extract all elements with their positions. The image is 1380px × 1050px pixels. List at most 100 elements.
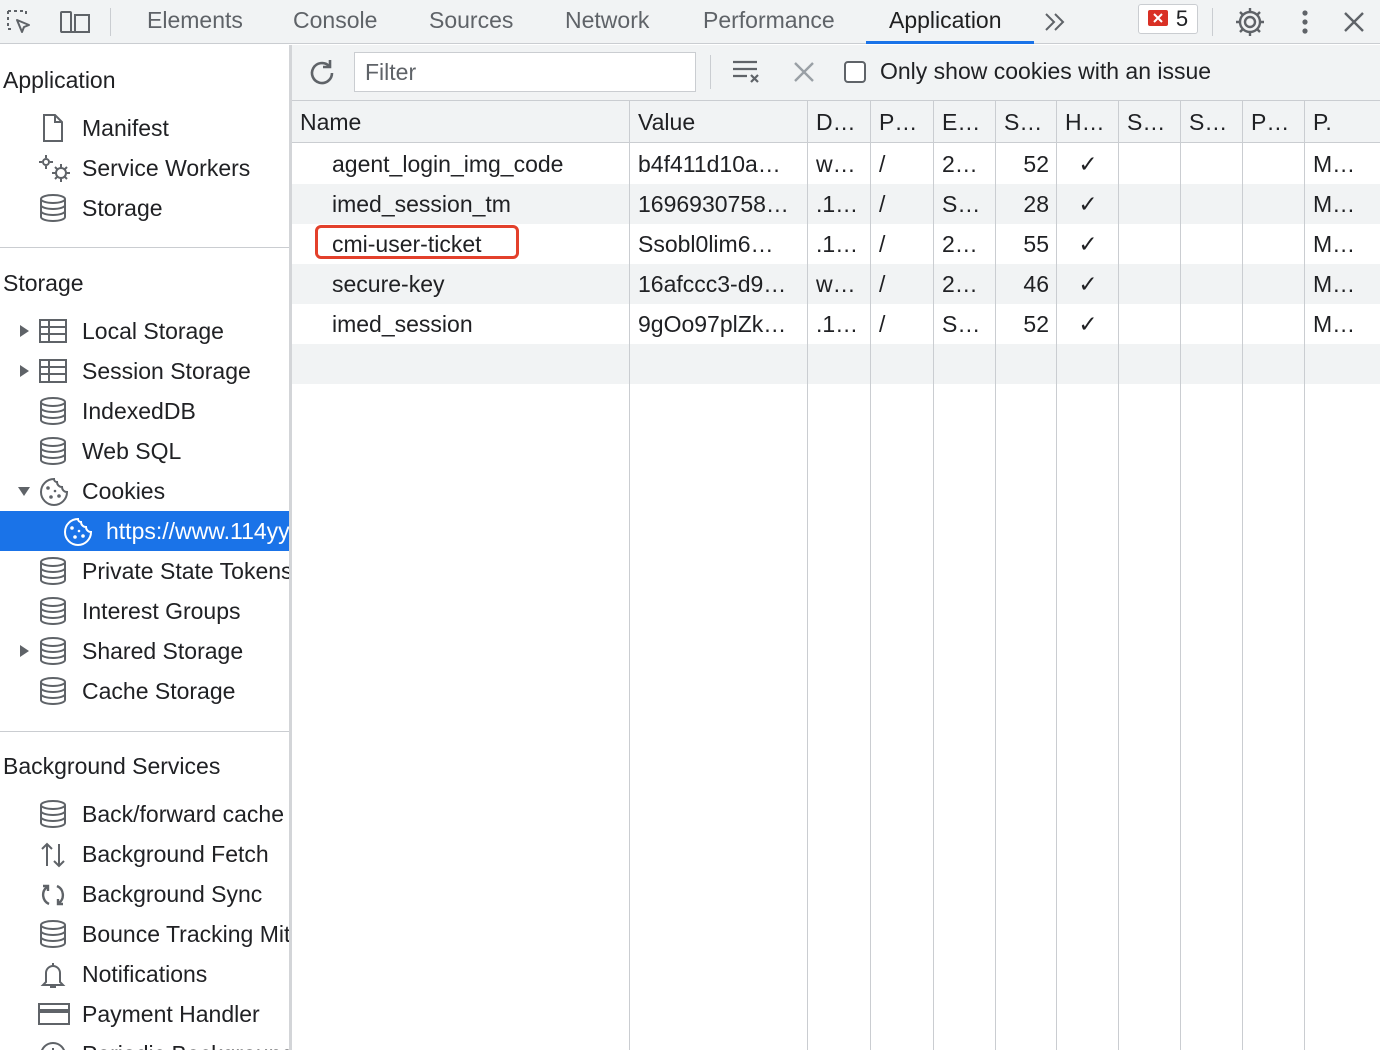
cookie-icon bbox=[38, 477, 69, 506]
sidebar-item-local-storage[interactable]: Local Storage bbox=[0, 311, 289, 351]
sync-icon bbox=[38, 880, 68, 908]
column-divider[interactable] bbox=[1118, 101, 1119, 1050]
cookie-expires: S… bbox=[942, 311, 981, 337]
table-row[interactable]: imed_session 9gOo97plZk… .1… / S… 52 ✓ M… bbox=[292, 304, 1380, 344]
inspect-element-icon[interactable] bbox=[4, 0, 34, 44]
column-header-value[interactable]: Value bbox=[630, 101, 808, 143]
sidebar-item-private-state-tokens[interactable]: Private State Tokens bbox=[0, 551, 289, 591]
sidebar-item-manifest[interactable]: Manifest bbox=[0, 108, 289, 148]
sidebar-item-label: Payment Handler bbox=[82, 1001, 260, 1027]
filter-input[interactable] bbox=[354, 52, 696, 92]
cookie-path: / bbox=[879, 271, 886, 297]
clock-icon bbox=[38, 1040, 68, 1050]
only-issues-checkbox[interactable] bbox=[844, 61, 866, 83]
sidebar-item-background-fetch[interactable]: Background Fetch bbox=[0, 834, 289, 874]
column-divider[interactable] bbox=[1056, 101, 1057, 1050]
sidebar-item-session-storage[interactable]: Session Storage bbox=[0, 351, 289, 391]
tab-network[interactable]: Network bbox=[565, 0, 649, 44]
collapse-triangle-icon[interactable] bbox=[17, 484, 31, 498]
column-divider[interactable] bbox=[995, 101, 996, 1050]
more-tabs-chevron-icon[interactable] bbox=[1040, 0, 1070, 44]
sidebar-item-periodic-background-sync[interactable]: Periodic Background Sync bbox=[0, 1034, 289, 1050]
cookie-domain: .1… bbox=[816, 311, 859, 337]
settings-gear-icon[interactable] bbox=[1233, 0, 1267, 44]
refresh-icon[interactable] bbox=[306, 57, 338, 89]
cookie-expires: 2… bbox=[942, 231, 978, 257]
sidebar-item-label: Background Sync bbox=[82, 881, 263, 907]
sidebar-item-background-sync[interactable]: Background Sync bbox=[0, 874, 289, 914]
cookie-value: 9gOo97plZk… bbox=[638, 311, 787, 337]
sidebar-item-web-sql[interactable]: Web SQL bbox=[0, 431, 289, 471]
sidebar-item-indexeddb[interactable]: IndexedDB bbox=[0, 391, 289, 431]
column-divider[interactable] bbox=[1242, 101, 1243, 1050]
toolbar-separator bbox=[1212, 8, 1213, 36]
table-row[interactable]: agent_login_img_code b4f411d10a… w… / 2…… bbox=[292, 144, 1380, 184]
column-divider[interactable] bbox=[1304, 101, 1305, 1050]
sidebar-item-service-workers[interactable]: Service Workers bbox=[0, 148, 289, 188]
arrows-updown-icon bbox=[38, 840, 68, 868]
cookie-name: imed_session_tm bbox=[332, 191, 511, 217]
column-divider[interactable] bbox=[870, 101, 871, 1050]
column-header-httponly[interactable]: H… bbox=[1057, 101, 1119, 143]
expand-triangle-icon[interactable] bbox=[17, 324, 31, 338]
sidebar-item-cache-storage[interactable]: Cache Storage bbox=[0, 671, 289, 711]
column-header-size[interactable]: S… bbox=[996, 101, 1057, 143]
column-divider[interactable] bbox=[629, 101, 630, 1050]
delete-selected-icon[interactable] bbox=[790, 58, 818, 86]
cookie-value: Ssobl0lim6… bbox=[638, 231, 774, 257]
sidebar-item-payment-handler[interactable]: Payment Handler bbox=[0, 994, 289, 1034]
table-row[interactable]: imed_session_tm 1696930758… .1… / S… 28 … bbox=[292, 184, 1380, 224]
cookies-toolbar: Only show cookies with an issue bbox=[292, 45, 1380, 101]
cookie-samesite bbox=[1181, 304, 1243, 344]
column-header-samesite[interactable]: S… bbox=[1181, 101, 1243, 143]
sidebar-item-cookie-origin[interactable]: https://www.114yygh.com bbox=[0, 511, 289, 551]
application-sidebar: Application Manifest Service Workers Sto… bbox=[0, 45, 292, 1050]
expand-triangle-icon[interactable] bbox=[17, 364, 31, 378]
sidebar-item-notifications[interactable]: Notifications bbox=[0, 954, 289, 994]
cookie-name: imed_session bbox=[332, 311, 473, 337]
sidebar-item-storage-overview[interactable]: Storage bbox=[0, 188, 289, 228]
sidebar-item-bounce-tracking[interactable]: Bounce Tracking Mitigations bbox=[0, 914, 289, 954]
table-row[interactable]: cmi-user-ticket Ssobl0lim6… .1… / 2… 55 … bbox=[292, 224, 1380, 264]
tab-console[interactable]: Console bbox=[293, 0, 377, 44]
cookie-partition-key bbox=[1243, 144, 1305, 184]
error-icon bbox=[1147, 10, 1168, 28]
tab-elements[interactable]: Elements bbox=[147, 0, 243, 44]
cookie-priority: M… bbox=[1313, 151, 1356, 177]
column-divider[interactable] bbox=[1180, 101, 1181, 1050]
column-header-path[interactable]: P… bbox=[871, 101, 934, 143]
column-header-expires[interactable]: E… bbox=[934, 101, 996, 143]
tab-performance[interactable]: Performance bbox=[703, 0, 835, 44]
column-header-secure[interactable]: S… bbox=[1119, 101, 1181, 143]
sidebar-item-back-forward-cache[interactable]: Back/forward cache bbox=[0, 794, 289, 834]
cookie-size: 52 bbox=[1023, 151, 1049, 177]
section-divider bbox=[0, 247, 289, 248]
tab-sources[interactable]: Sources bbox=[429, 0, 513, 44]
cookie-httponly: ✓ bbox=[1078, 311, 1098, 337]
tab-application[interactable]: Application bbox=[866, 0, 1034, 44]
sidebar-item-interest-groups[interactable]: Interest Groups bbox=[0, 591, 289, 631]
table-row[interactable]: secure-key 16afccc3-d9… w… / 2… 46 ✓ M… bbox=[292, 264, 1380, 304]
sidebar-item-shared-storage[interactable]: Shared Storage bbox=[0, 631, 289, 671]
column-header-name[interactable]: Name bbox=[292, 101, 630, 143]
section-title-application: Application bbox=[3, 67, 116, 93]
cookie-httponly: ✓ bbox=[1078, 191, 1098, 217]
clear-all-cookies-icon[interactable] bbox=[730, 57, 764, 87]
device-toolbar-icon[interactable] bbox=[58, 0, 92, 44]
section-title-background-services: Background Services bbox=[3, 753, 221, 779]
column-divider[interactable] bbox=[807, 101, 808, 1050]
expand-triangle-icon[interactable] bbox=[17, 644, 31, 658]
more-options-icon[interactable] bbox=[1295, 0, 1315, 44]
column-header-priority[interactable]: P. bbox=[1305, 101, 1380, 143]
sidebar-item-cookies[interactable]: Cookies bbox=[0, 471, 289, 511]
column-divider[interactable] bbox=[933, 101, 934, 1050]
column-header-partition-key[interactable]: P… bbox=[1243, 101, 1305, 143]
close-devtools-icon[interactable] bbox=[1340, 0, 1368, 44]
cookie-size: 55 bbox=[1023, 231, 1049, 257]
only-issues-checkbox-label[interactable]: Only show cookies with an issue bbox=[880, 58, 1211, 85]
error-count-badge[interactable]: 5 bbox=[1138, 4, 1198, 34]
sidebar-item-label: Bounce Tracking Mitigations bbox=[82, 921, 291, 947]
cookie-domain: .1… bbox=[816, 191, 859, 217]
column-header-domain[interactable]: D… bbox=[808, 101, 871, 143]
cookie-secure bbox=[1119, 224, 1181, 264]
